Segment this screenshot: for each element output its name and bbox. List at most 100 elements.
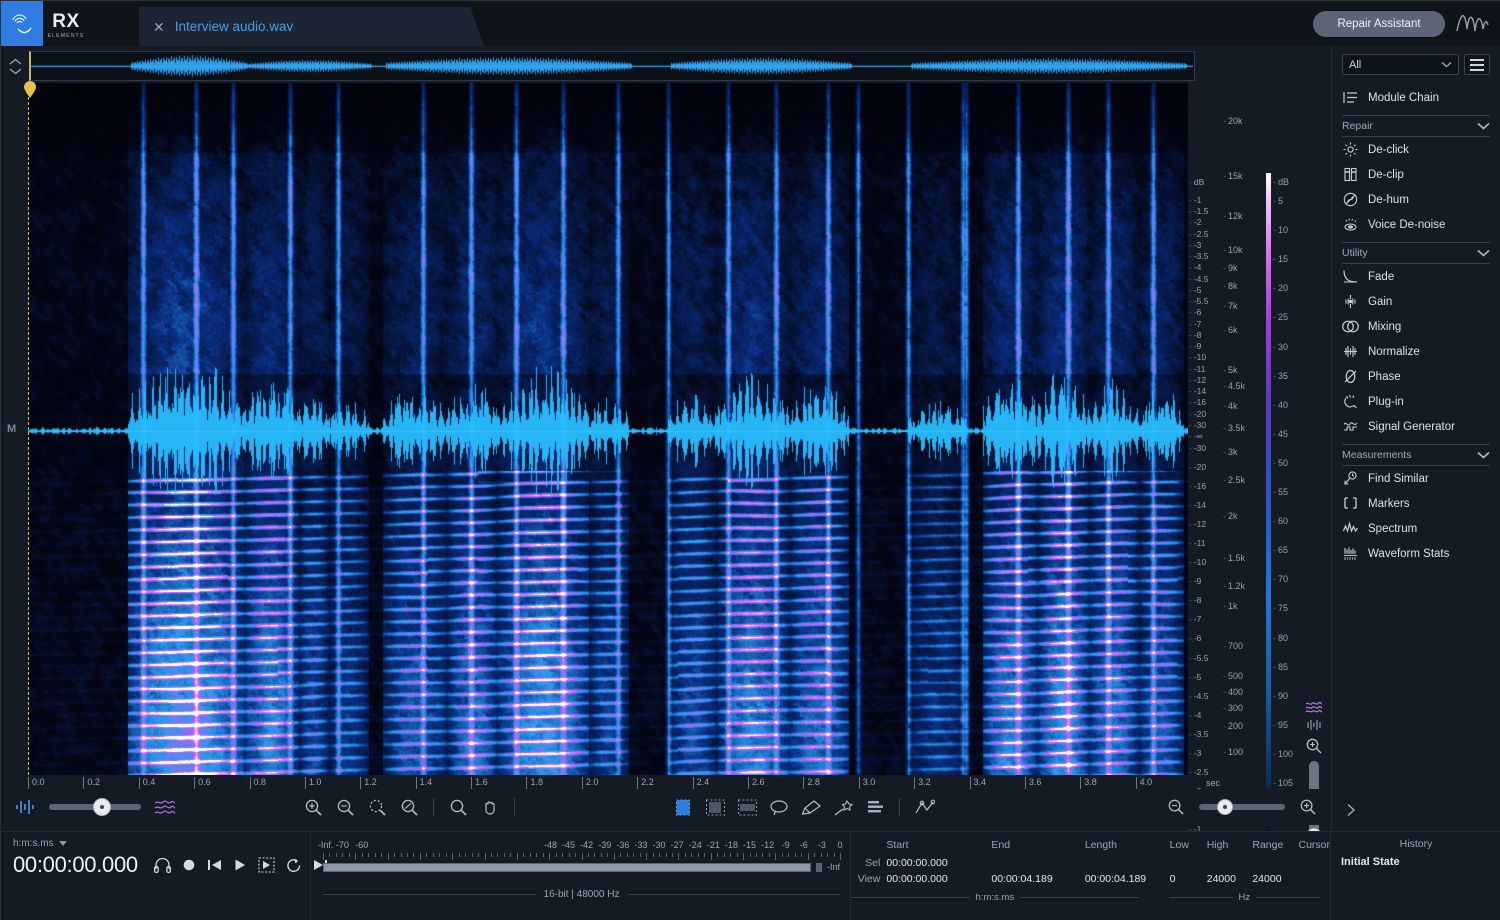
zoom-in-button[interactable]: [301, 795, 325, 819]
module-item-signal-generator[interactable]: Signal Generator: [1342, 414, 1490, 439]
close-icon[interactable]: ✕: [153, 20, 165, 34]
lasso-selection-button[interactable]: [767, 795, 791, 819]
meter-tick: [503, 853, 505, 857]
cell-low: 0: [1169, 873, 1176, 885]
module-item-de-clip[interactable]: De-clip: [1342, 162, 1490, 187]
headphones-icon[interactable]: [153, 857, 171, 873]
repair-assistant-button[interactable]: Repair Assistant: [1313, 10, 1445, 37]
app-logo[interactable]: [1, 1, 43, 46]
module-group-header-measurements[interactable]: Measurements: [1342, 444, 1490, 466]
meter-tick: [452, 853, 454, 860]
time-selection-button[interactable]: [671, 795, 695, 819]
module-item-label: Gain: [1368, 295, 1393, 308]
meter-tick: [555, 853, 557, 857]
pen-tool-button[interactable]: [912, 795, 936, 819]
blend-slider-knob[interactable]: [93, 798, 111, 816]
table-row: Sel 00:00:00.000: [851, 855, 1330, 871]
module-item-mixing[interactable]: Mixing: [1342, 314, 1490, 339]
frequency-tick: 200: [1223, 721, 1243, 731]
selection-info-table: Start End Length Low High Range Cursor S…: [851, 839, 1330, 887]
module-filter-select[interactable]: All: [1342, 54, 1459, 75]
meter-tick: [523, 853, 525, 857]
zoom-out-button[interactable]: [333, 795, 357, 819]
module-item-markers[interactable]: Markers: [1342, 491, 1490, 516]
module-item-phase[interactable]: Phase: [1342, 364, 1490, 389]
history-item[interactable]: Initial State: [1341, 856, 1491, 868]
rectangle-selection-button[interactable]: [703, 795, 727, 819]
horizontal-zoom-knob[interactable]: [1217, 799, 1233, 815]
zoom-fit-button[interactable]: [365, 795, 389, 819]
spectrogram-db-tick: 80: [1273, 633, 1288, 643]
previous-icon[interactable]: [207, 858, 222, 872]
module-chain-item[interactable]: Module Chain: [1342, 85, 1490, 110]
assistant-area: Repair Assistant: [1313, 1, 1500, 46]
module-item-find-similar[interactable]: Find Similar: [1342, 466, 1490, 491]
playhead-marker-icon[interactable]: [23, 81, 37, 99]
magnify-tool-icon: [450, 799, 467, 816]
module-group-header-utility[interactable]: Utility: [1342, 242, 1490, 264]
module-menu-button[interactable]: [1464, 54, 1490, 75]
assistant-waveform-icon[interactable]: [1455, 9, 1489, 39]
zoom-in-icon[interactable]: [1305, 737, 1323, 755]
cell-low: [1170, 855, 1207, 871]
module-item-plug-in[interactable]: Plug-in: [1342, 389, 1490, 414]
col-cursor: Cursor: [1298, 839, 1330, 851]
zoom-out-icon[interactable]: [1167, 798, 1185, 816]
document-tab[interactable]: ✕ Interview audio.wav: [139, 7, 484, 46]
level-meter-bar[interactable]: [323, 862, 811, 872]
waveform-spectrogram-blend-slider[interactable]: [49, 798, 141, 816]
level-selection-button[interactable]: [863, 795, 887, 819]
meter-tick: [684, 853, 686, 857]
hand-tool-button[interactable]: [478, 795, 502, 819]
zoom-in-icon[interactable]: [1299, 798, 1317, 816]
record-icon[interactable]: [182, 858, 196, 872]
waveform-view-icon[interactable]: [1305, 719, 1323, 731]
module-item-spectrum[interactable]: Spectrum: [1342, 516, 1490, 541]
waveform-blend-icon[interactable]: [15, 799, 37, 815]
chevron-up-icon[interactable]: [9, 58, 22, 66]
waveform-db-tick: -8: [1189, 330, 1202, 340]
module-item-waveform-stats[interactable]: Waveform Stats: [1342, 541, 1490, 566]
module-item-gain[interactable]: Gain: [1342, 289, 1490, 314]
spectrogram-canvas[interactable]: [28, 83, 1188, 775]
spectrogram-view-icon[interactable]: [1305, 701, 1323, 713]
module-item-de-hum[interactable]: De-hum: [1342, 187, 1490, 212]
brush-selection-icon: [801, 799, 821, 815]
zoom-selection-button[interactable]: [397, 795, 421, 819]
frequency-selection-button[interactable]: [735, 795, 759, 819]
spectrogram-db-tick: 15: [1273, 254, 1288, 264]
chevron-down-icon[interactable]: [9, 67, 22, 75]
time-format-selector[interactable]: h:m:s.ms: [13, 838, 310, 849]
panel-expand-button[interactable]: [1331, 796, 1371, 824]
module-item-normalize[interactable]: Normalize: [1342, 339, 1490, 364]
magic-wand-button[interactable]: [831, 795, 855, 819]
module-item-de-click[interactable]: De-click: [1342, 137, 1490, 162]
loop-icon[interactable]: [286, 858, 302, 873]
magnify-tool-button[interactable]: [446, 795, 470, 819]
spectrogram-blend-icon[interactable]: [153, 799, 177, 815]
module-item-label: Signal Generator: [1368, 420, 1455, 433]
timecode-display[interactable]: 00:00:00.000: [13, 852, 138, 878]
horizontal-zoom-slider[interactable]: [1199, 799, 1285, 815]
meter-tick: [342, 853, 344, 857]
meter-tick: [626, 853, 628, 857]
channel-label[interactable]: M: [7, 423, 16, 435]
waveform-db-tick: -3.5: [1189, 251, 1209, 261]
meter-label: -70: [335, 840, 349, 850]
meter-tick: [697, 853, 699, 857]
module-item-fade[interactable]: Fade: [1342, 264, 1490, 289]
chevron-right-icon: [1347, 803, 1356, 817]
waveform-db-tick: -1.5: [1189, 206, 1209, 216]
play-selection-icon[interactable]: [258, 857, 275, 873]
brand-name: RX: [52, 10, 80, 32]
waveform-db-tick: -9: [1189, 576, 1202, 586]
spectrum-icon: [1342, 521, 1358, 533]
module-group-header-repair[interactable]: Repair: [1342, 115, 1490, 137]
peak-indicator[interactable]: [815, 862, 822, 872]
overview-waveform[interactable]: [29, 51, 1195, 81]
brush-selection-button[interactable]: [799, 795, 823, 819]
time-tick: 0.8: [249, 777, 266, 789]
module-item-voice-de-noise[interactable]: Voice De-noise: [1342, 212, 1490, 237]
play-icon[interactable]: [233, 858, 247, 872]
meter-tick: [549, 853, 551, 860]
